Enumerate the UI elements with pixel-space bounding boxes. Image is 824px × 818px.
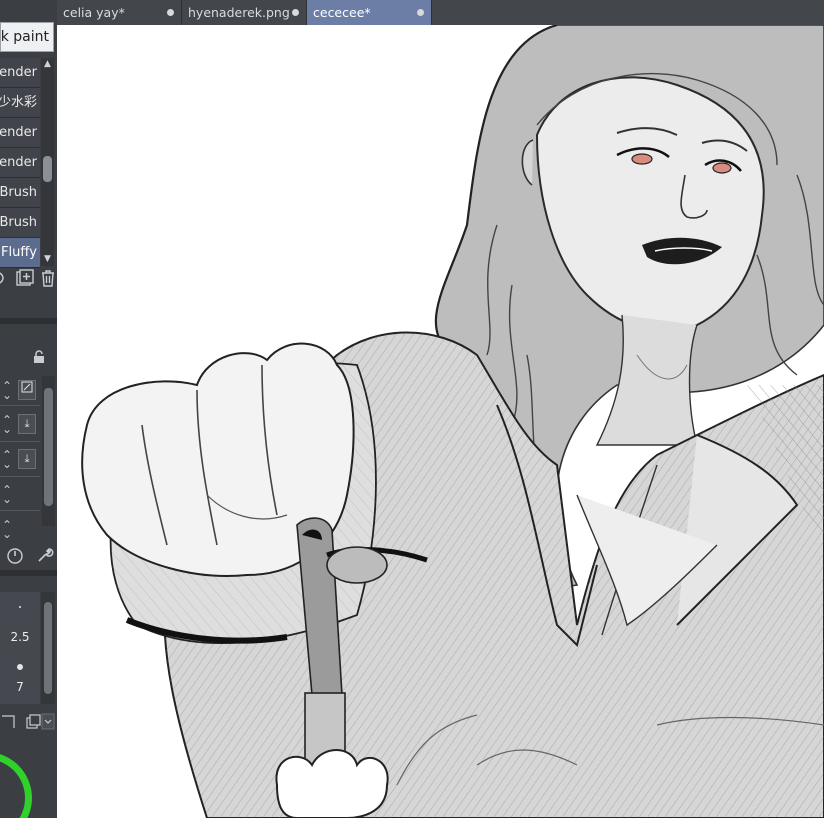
property-row[interactable]: ⌃ ⌄ [0,378,40,404]
add-brush-icon[interactable] [16,269,34,291]
pressure-icon[interactable] [6,546,24,568]
brush-item[interactable]: Brush!! [0,208,40,238]
scrollbar-thumb[interactable] [44,388,53,506]
close-tab-icon[interactable] [417,9,424,16]
size-preset-dot[interactable] [19,606,21,608]
download-icon[interactable]: ⤓ [18,449,36,469]
brush-list-scrollbar[interactable]: ▲ ▼ [41,58,54,266]
layer-icon[interactable] [0,712,57,732]
brush-sidebar: Thick paint Render 少水彩 Render Render Bru… [0,0,58,818]
close-tab-icon[interactable] [292,9,299,16]
brush-item-label: Brush [0,185,37,200]
size-value[interactable]: 2.5 [0,630,40,644]
row-divider [0,405,40,406]
size-scrollbar[interactable] [41,592,55,704]
tab-label: cececee* [313,5,371,20]
spinner-icon[interactable]: ⌃ ⌄ [2,380,12,401]
properties-scrollbar[interactable] [42,376,55,526]
brush-size-panel: 2.5 7 [0,592,40,704]
document-tabs: celia yay* hyenaderek.png cececee* [57,0,824,26]
sketch-artwork [81,25,824,818]
lock-icon[interactable] [32,350,46,364]
property-row[interactable]: ⌃ ⌄ [0,517,40,543]
spinner-icon[interactable]: ⌃ ⌄ [2,484,12,505]
panel-divider [0,318,57,324]
scroll-down-icon[interactable]: ▼ [41,253,54,266]
brush-tools [0,268,57,292]
property-tools [6,546,54,568]
brush-item-label: Render [0,65,37,80]
brush-item[interactable]: Render [0,118,40,148]
property-row[interactable]: ⌃ ⌄ ⤓ [0,412,40,438]
current-brush-button[interactable]: Thick paint [0,22,54,52]
scroll-up-icon[interactable]: ▲ [41,58,54,71]
property-row[interactable]: ⌃ ⌄ [0,482,40,508]
color-wheel[interactable] [0,752,32,818]
brush-item-selected[interactable]: Fluffy [0,238,40,268]
brush-item-label: Brush!! [0,215,37,230]
row-divider [0,510,40,511]
settings-wrench-icon[interactable] [36,546,54,568]
brush-item[interactable]: 少水彩 [0,88,40,118]
close-tab-icon[interactable] [167,9,174,16]
trash-icon[interactable] [40,269,56,291]
brush-item-label: Render [0,155,37,170]
brush-item[interactable]: Render [0,58,40,88]
tab-label: celia yay* [63,5,125,20]
brush-item-label: Fluffy [1,245,37,260]
property-row[interactable]: ⌃ ⌄ ⤓ [0,447,40,473]
tab-label: hyenaderek.png [188,5,290,20]
brush-list: Render 少水彩 Render Render Brush Brush!! F… [0,58,40,268]
download-icon[interactable]: ⤓ [18,414,36,434]
spinner-icon[interactable]: ⌃ ⌄ [2,449,12,470]
size-preset-dot[interactable] [17,664,23,670]
scrollbar-thumb[interactable] [43,156,52,182]
layer-toolbar [0,712,57,732]
row-divider [0,441,40,442]
drawing-canvas[interactable] [57,25,824,818]
brush-item-label: 少水彩 [0,95,37,110]
tab-celia-yay[interactable]: celia yay* [57,0,182,25]
tab-cececee[interactable]: cececee* [307,0,432,25]
scrollbar-thumb[interactable] [44,602,52,694]
spinner-icon[interactable]: ⌃ ⌄ [2,519,12,540]
toggle-button[interactable] [18,380,36,400]
brush-item-label: Render [0,125,37,140]
brush-item[interactable]: Brush [0,178,40,208]
size-value[interactable]: 7 [0,680,40,694]
current-brush-label: Thick paint [0,29,49,45]
new-folder-icon[interactable] [0,270,10,290]
spinner-icon[interactable]: ⌃ ⌄ [2,414,12,435]
brush-item[interactable]: Render [0,148,40,178]
tab-hyenaderek[interactable]: hyenaderek.png [182,0,307,25]
row-divider [0,476,40,477]
panel-divider [0,570,57,576]
